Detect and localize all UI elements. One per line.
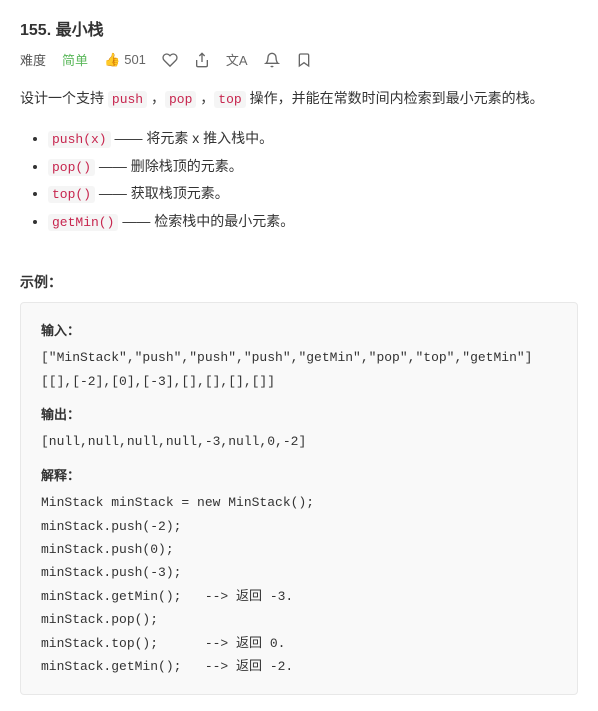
list-item: getMin() —— 检索栈中的最小元素。 [48, 208, 578, 236]
list-item: push(x) —— 将元素 x 推入栈中。 [48, 125, 578, 153]
explain-line-1: MinStack minStack = new MinStack(); [41, 491, 557, 514]
explain-line-5: minStack.getMin(); --> 返回 -3. [41, 585, 557, 608]
explain-line-7: minStack.top(); --> 返回 0. [41, 632, 557, 655]
translate-icon[interactable]: 文A [226, 50, 248, 69]
example-section: 示例： 输入： ["MinStack","push","push","push"… [20, 272, 578, 695]
explain-line-4: minStack.push(-3); [41, 561, 557, 584]
bookmark-icon[interactable] [296, 52, 312, 68]
input-line1: ["MinStack","push","push","push","getMin… [41, 346, 557, 369]
operations-list: push(x) —— 将元素 x 推入栈中。 pop() —— 删除栈顶的元素。… [20, 125, 578, 236]
difficulty-label: 简单 [62, 50, 88, 69]
difficulty-prefix: 难度 [20, 50, 46, 69]
explain-line-8: minStack.getMin(); --> 返回 -2. [41, 655, 557, 678]
description: 设计一个支持 push ，pop ，top 操作，并能在常数时间内检索到最小元素… [20, 87, 578, 111]
problem-title: 155. 最小栈 [20, 16, 578, 40]
favorites-icon[interactable] [162, 52, 178, 68]
output-label: 输出： [41, 403, 557, 426]
likes-icon[interactable]: 👍 501 [104, 52, 146, 68]
explain-line-2: minStack.push(-2); [41, 515, 557, 538]
example-label: 示例： [20, 272, 578, 292]
example-box: 输入： ["MinStack","push","push","push","ge… [20, 302, 578, 695]
explain-line-6: minStack.pop(); [41, 608, 557, 631]
explain-label: 解释： [41, 464, 557, 487]
explain-line-3: minStack.push(0); [41, 538, 557, 561]
likes-count: 501 [124, 52, 146, 67]
input-label: 输入： [41, 319, 557, 342]
output-line: [null,null,null,null,-3,null,0,-2] [41, 430, 557, 453]
difficulty-bar: 难度 简单 👍 501 文A [20, 50, 578, 69]
input-line2: [[],[-2],[0],[-3],[],[],[],[]] [41, 370, 557, 393]
thumbs-up-icon: 👍 [104, 52, 120, 68]
list-item: top() —— 获取栈顶元素。 [48, 180, 578, 208]
list-item: pop() —— 删除栈顶的元素。 [48, 153, 578, 181]
share-icon[interactable] [194, 52, 210, 68]
bell-icon[interactable] [264, 52, 280, 68]
